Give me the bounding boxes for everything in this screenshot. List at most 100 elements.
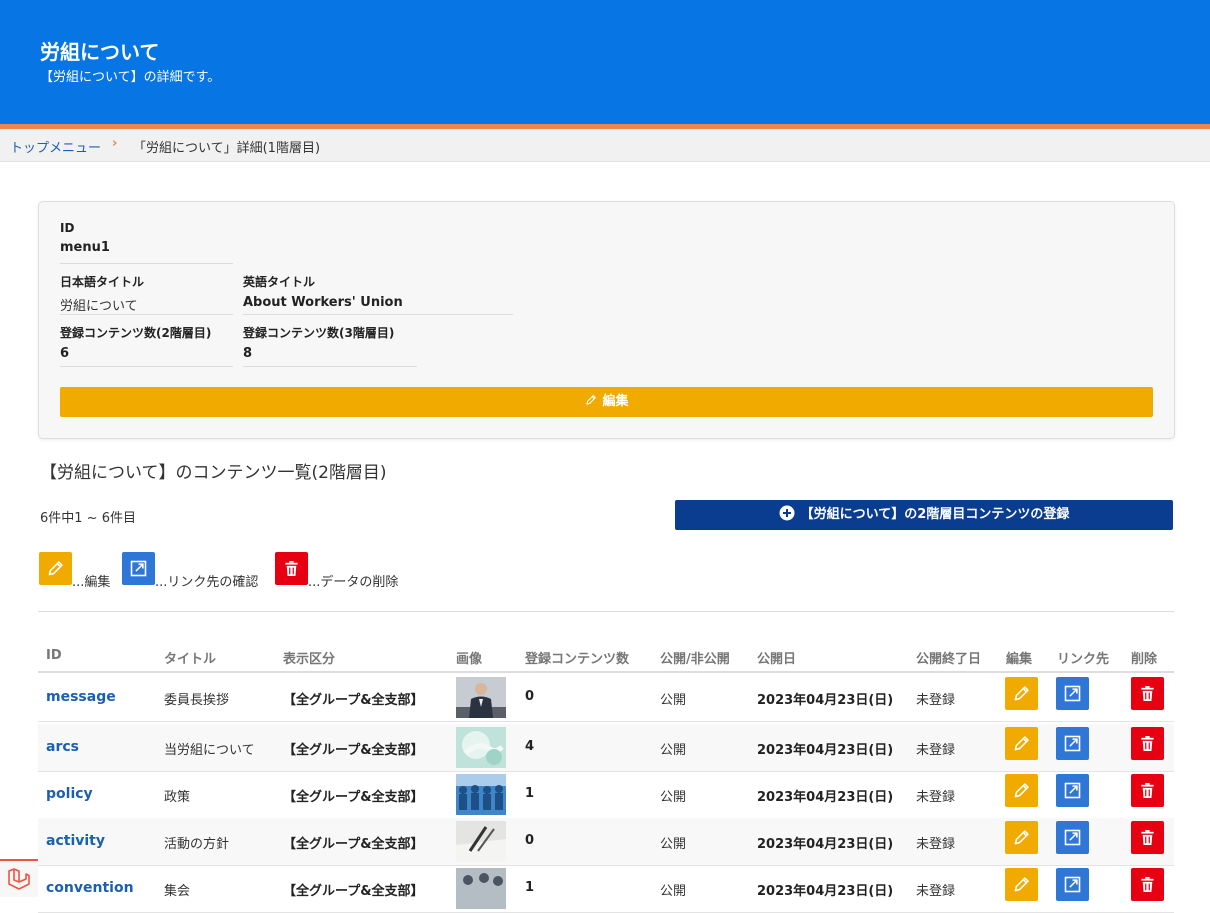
row-edit-button[interactable] xyxy=(1005,868,1038,901)
th-title: タイトル xyxy=(164,652,217,667)
th-category: 表示区分 xyxy=(283,652,336,667)
row-edit-button[interactable] xyxy=(1005,774,1038,807)
detail-count2: 登録コンテンツ数(2階層目) 6 xyxy=(60,324,211,361)
row-status: 公開 xyxy=(660,837,687,852)
legend-delete-label: ...データの削除 xyxy=(308,575,399,590)
debugbar-toggle[interactable] xyxy=(0,859,38,897)
row-pub-date: 2023年04月23日(日) xyxy=(757,693,894,708)
row-pub-date: 2023年04月23日(日) xyxy=(757,884,894,899)
row-category: 【全グループ&全支部】 xyxy=(283,884,424,899)
table-row: policy 政策 【全グループ&全支部】 1 公開 2023年04月23日(日… xyxy=(38,771,1174,819)
row-delete-button[interactable] xyxy=(1131,821,1164,854)
row-link-button[interactable] xyxy=(1056,677,1089,710)
row-thumbnail-image xyxy=(456,774,506,815)
detail-ja-title: 日本語タイトル 労組について xyxy=(60,273,144,314)
th-link: リンク先 xyxy=(1057,652,1110,667)
row-count: 4 xyxy=(525,739,535,754)
row-status: 公開 xyxy=(660,790,687,805)
row-thumbnail-image xyxy=(456,727,506,768)
breadcrumb: トップメニュー › 「労組について」詳細(1階層目) xyxy=(0,129,1210,162)
detail-count3: 登録コンテンツ数(3階層目) 8 xyxy=(243,324,394,361)
table-header-rule xyxy=(38,671,1174,673)
row-thumbnail-image xyxy=(456,677,506,718)
pencil-icon xyxy=(1014,830,1029,845)
row-id-link[interactable]: convention xyxy=(46,880,134,896)
trash-icon xyxy=(1140,735,1155,752)
page-title: 労組について xyxy=(40,40,160,64)
detail-id: ID menu1 xyxy=(60,221,110,255)
row-end-date: 未登録 xyxy=(916,837,956,852)
row-category: 【全グループ&全支部】 xyxy=(283,693,424,708)
external-link-icon xyxy=(1064,876,1081,893)
th-pub-date: 公開日 xyxy=(757,652,797,667)
row-edit-button[interactable] xyxy=(1005,677,1038,710)
row-edit-button[interactable] xyxy=(1005,821,1038,854)
detail-en-title-value: About Workers' Union xyxy=(243,295,403,310)
section-title: 【労組について】のコンテンツ一覧(2階層目) xyxy=(40,463,387,483)
pencil-icon xyxy=(1014,877,1029,892)
row-status: 公開 xyxy=(660,884,687,899)
row-link-button[interactable] xyxy=(1056,727,1089,760)
edit-button-label: 編集 xyxy=(602,394,629,409)
laravel-logo-icon xyxy=(8,868,30,890)
row-title: 政策 xyxy=(164,790,191,805)
row-delete-button[interactable] xyxy=(1131,677,1164,710)
external-link-icon xyxy=(1064,782,1081,799)
table-row: convention 集会 【全グループ&全支部】 1 公開 2023年04月2… xyxy=(38,865,1174,913)
detail-id-label: ID xyxy=(60,221,75,235)
th-id: ID xyxy=(46,648,62,663)
detail-ja-title-label: 日本語タイトル xyxy=(60,275,145,289)
row-id-link[interactable]: message xyxy=(46,689,116,705)
trash-icon xyxy=(1140,685,1155,702)
trash-icon xyxy=(275,552,308,585)
register-content-label: 【労組について】の2階層目コンテンツの登録 xyxy=(800,507,1070,522)
pencil-icon xyxy=(1014,783,1029,798)
row-link-button[interactable] xyxy=(1056,868,1089,901)
row-title: 当労組について xyxy=(164,743,255,758)
breadcrumb-home-link[interactable]: トップメニュー xyxy=(10,137,101,156)
register-content-button[interactable]: 【労組について】の2階層目コンテンツの登録 xyxy=(675,500,1173,530)
row-thumbnail-image xyxy=(456,821,506,862)
row-count: 0 xyxy=(525,833,535,848)
row-delete-button[interactable] xyxy=(1131,774,1164,807)
row-count: 0 xyxy=(525,689,535,704)
row-end-date: 未登録 xyxy=(916,790,956,805)
th-status: 公開/非公開 xyxy=(660,652,730,667)
page-header: 労組について 【労組について】の詳細です。 xyxy=(0,0,1210,124)
row-status: 公開 xyxy=(660,693,687,708)
row-id-link[interactable]: activity xyxy=(46,833,105,849)
row-link-button[interactable] xyxy=(1056,821,1089,854)
table-row: arcs 当労組について 【全グループ&全支部】 4 公開 2023年04月23… xyxy=(38,724,1174,772)
divider xyxy=(38,611,1174,612)
row-status: 公開 xyxy=(660,743,687,758)
row-edit-button[interactable] xyxy=(1005,727,1038,760)
legend-link-label: ...リンク先の確認 xyxy=(155,575,259,590)
row-category: 【全グループ&全支部】 xyxy=(283,837,424,852)
detail-card: ID menu1 日本語タイトル 労組について 英語タイトル About Wor… xyxy=(38,201,1175,439)
row-title: 委員長挨拶 xyxy=(164,693,230,708)
detail-count3-value: 8 xyxy=(243,346,253,361)
th-image: 画像 xyxy=(456,652,483,667)
row-id-link[interactable]: arcs xyxy=(46,739,79,755)
row-end-date: 未登録 xyxy=(916,884,956,899)
pencil-icon xyxy=(1014,736,1029,751)
breadcrumb-current: 「労組について」詳細(1階層目) xyxy=(133,141,321,156)
legend-edit-label: ...編集 xyxy=(72,575,111,590)
result-count: 6件中1 ~ 6件目 xyxy=(40,511,136,526)
th-count: 登録コンテンツ数 xyxy=(525,652,630,667)
row-end-date: 未登録 xyxy=(916,743,956,758)
row-link-button[interactable] xyxy=(1056,774,1089,807)
table-row: activity 活動の方針 【全グループ&全支部】 0 公開 2023年04月… xyxy=(38,818,1174,866)
th-delete: 削除 xyxy=(1131,652,1158,667)
row-delete-button[interactable] xyxy=(1131,868,1164,901)
divider xyxy=(60,314,233,315)
row-title: 集会 xyxy=(164,884,191,899)
divider xyxy=(60,263,233,264)
edit-button[interactable]: 編集 xyxy=(60,387,1153,417)
row-pub-date: 2023年04月23日(日) xyxy=(757,790,894,805)
external-link-icon xyxy=(122,552,155,585)
row-id-link[interactable]: policy xyxy=(46,786,93,802)
row-delete-button[interactable] xyxy=(1131,727,1164,760)
trash-icon xyxy=(1140,829,1155,846)
external-link-icon xyxy=(1064,829,1081,846)
